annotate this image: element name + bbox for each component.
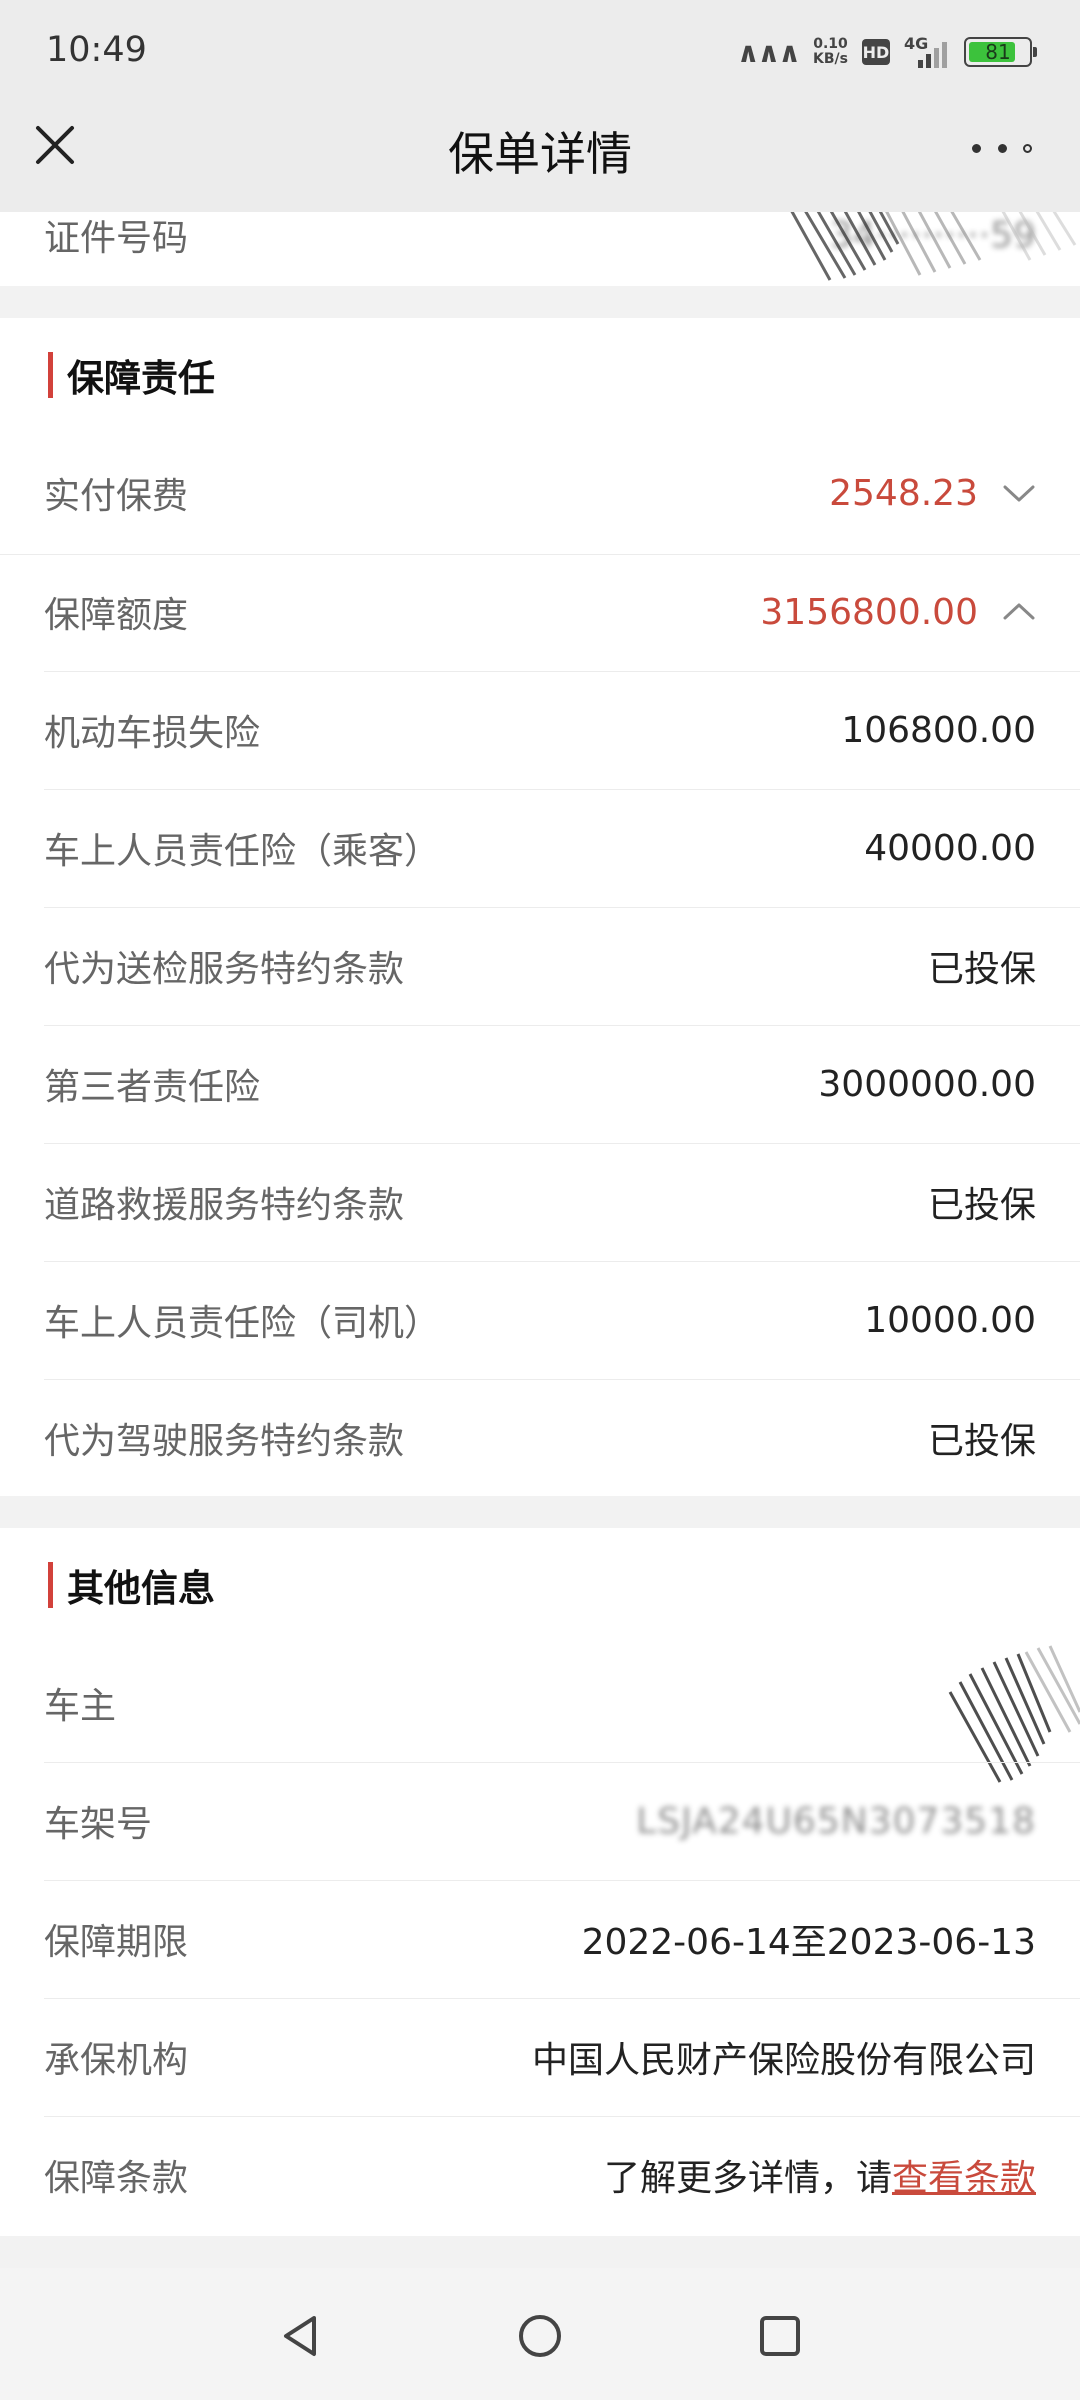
coverage-item-label: 道路救援服务特约条款 bbox=[44, 1185, 405, 1226]
coverage-item-row: 车上人员责任险（司机） 10000.00 bbox=[44, 1261, 1036, 1379]
coverage-item-value: 3000000.00 bbox=[818, 1063, 1036, 1105]
period-label: 保障期限 bbox=[44, 1922, 189, 1963]
coverage-item-row: 代为驾驶服务特约条款 已投保 bbox=[44, 1379, 1036, 1497]
coverage-item-value: 10000.00 bbox=[864, 1299, 1036, 1341]
chevron-up-icon[interactable] bbox=[1002, 595, 1036, 629]
network-speed: 0.10 KB/s bbox=[813, 37, 848, 67]
coverage-item-value: 已投保 bbox=[927, 949, 1036, 990]
coverage-item-label: 车上人员责任险（乘客） bbox=[44, 831, 441, 872]
coverage-amount-value: 3156800.00 bbox=[760, 592, 1036, 633]
recents-square-icon[interactable] bbox=[756, 2312, 804, 2360]
page-title: 保单详情 bbox=[448, 127, 632, 181]
status-time: 10:49 bbox=[46, 30, 147, 70]
section-accent-bar bbox=[48, 1562, 53, 1608]
coverage-item-label: 机动车损失险 bbox=[44, 713, 261, 754]
more-dots-icon[interactable] bbox=[972, 128, 1032, 168]
premium-value: 2548.23 bbox=[829, 473, 1036, 514]
coverage-item-value: 40000.00 bbox=[864, 827, 1036, 869]
coverage-amount-row[interactable]: 保障额度 3156800.00 bbox=[44, 553, 1036, 671]
back-triangle-icon[interactable] bbox=[276, 2312, 324, 2360]
insurer-row: 承保机构 中国人民财产保险股份有限公司 bbox=[44, 1998, 1036, 2116]
coverage-amount-label: 保障额度 bbox=[44, 595, 189, 636]
vin-row: 车架号 LSJA24U65N3073518 bbox=[44, 1762, 1036, 1880]
coverage-item-label: 车上人员责任险（司机） bbox=[44, 1303, 441, 1344]
section-accent-bar bbox=[48, 352, 53, 398]
terms-prefix: 了解更多详情，请 bbox=[603, 2158, 892, 2199]
coverage-section-header: 保障责任 bbox=[48, 350, 215, 400]
coverage-item-value: 已投保 bbox=[927, 1185, 1036, 1226]
coverage-item-row: 第三者责任险 3000000.00 bbox=[44, 1025, 1036, 1143]
status-icons: ∧∧∧ 0.10 KB/s HD 4G 81 bbox=[736, 32, 1037, 72]
period-value: 2022-06-14至2023-06-13 bbox=[581, 1922, 1036, 1963]
premium-label: 实付保费 bbox=[44, 476, 189, 517]
coverage-item-value: 已投保 bbox=[927, 1421, 1036, 1462]
top-bar: 10:49 ∧∧∧ 0.10 KB/s HD 4G 81 保单详情 bbox=[0, 0, 1080, 212]
coverage-item-label: 第三者责任险 bbox=[44, 1067, 261, 1108]
coverage-item-row: 道路救援服务特约条款 已投保 bbox=[44, 1143, 1036, 1261]
vin-label: 车架号 bbox=[44, 1804, 153, 1845]
network-speed-value: 0.10 bbox=[813, 36, 848, 52]
coverage-section-title: 保障责任 bbox=[67, 357, 215, 400]
view-terms-link[interactable]: 查看条款 bbox=[892, 2149, 1036, 2201]
cellular-signal-icon: 4G bbox=[904, 34, 950, 70]
terms-row: 保障条款 了解更多详情，请 查看条款 bbox=[44, 2116, 1036, 2234]
chevron-down-icon[interactable] bbox=[1002, 476, 1036, 510]
hd-icon: HD bbox=[862, 39, 890, 65]
terms-value: 了解更多详情，请 查看条款 bbox=[604, 2149, 1036, 2201]
coverage-item-row: 代为送检服务特约条款 已投保 bbox=[44, 907, 1036, 1025]
insurer-value: 中国人民财产保险股份有限公司 bbox=[531, 2040, 1036, 2081]
coverage-card: 保障责任 实付保费 2548.23 保障额度 3156800.00 机动车损失险… bbox=[0, 318, 1080, 1496]
period-row: 保障期限 2022-06-14至2023-06-13 bbox=[44, 1880, 1036, 1998]
other-info-card: 其他信息 车主 车架号 LSJA24U65N3073518 保障期限 2022-… bbox=[0, 1528, 1080, 2236]
network-speed-unit: KB/s bbox=[813, 51, 848, 67]
coverage-item-label: 代为驾驶服务特约条款 bbox=[44, 1421, 405, 1462]
home-circle-icon[interactable] bbox=[516, 2312, 564, 2360]
owner-row: 车主 bbox=[44, 1644, 1036, 1762]
id-number-label: 证件号码 bbox=[44, 218, 189, 259]
other-info-section-title: 其他信息 bbox=[67, 1567, 215, 1610]
coverage-item-row: 车上人员责任险（乘客） 40000.00 bbox=[44, 789, 1036, 907]
terms-label: 保障条款 bbox=[44, 2158, 189, 2199]
id-card: 证件号码 34··········59 bbox=[0, 164, 1080, 286]
owner-label: 车主 bbox=[44, 1686, 117, 1727]
carrier-signal-icon: ∧∧∧ bbox=[736, 35, 801, 69]
premium-row[interactable]: 实付保费 2548.23 bbox=[44, 434, 1036, 552]
coverage-item-row: 机动车损失险 106800.00 bbox=[44, 671, 1036, 789]
insurer-label: 承保机构 bbox=[44, 2040, 189, 2081]
battery-level: 81 bbox=[985, 40, 1011, 64]
other-info-section-header: 其他信息 bbox=[48, 1560, 215, 1610]
battery-icon: 81 bbox=[964, 37, 1037, 67]
network-type: 4G bbox=[904, 34, 929, 53]
system-nav-bar bbox=[0, 2268, 1080, 2400]
coverage-item-value: 106800.00 bbox=[841, 709, 1036, 751]
coverage-item-label: 代为送检服务特约条款 bbox=[44, 949, 405, 990]
vin-value: LSJA24U65N3073518 bbox=[636, 1800, 1036, 1842]
